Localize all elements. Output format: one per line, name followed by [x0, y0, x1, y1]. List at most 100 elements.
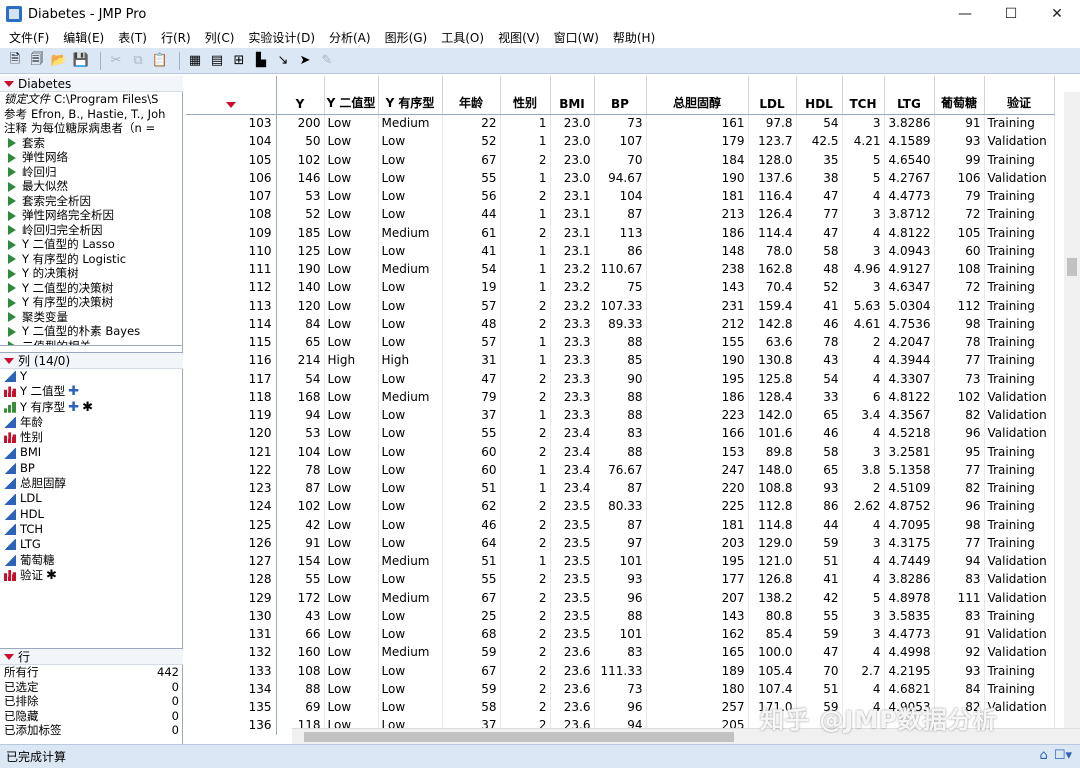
table-cell[interactable]: 43 [276, 606, 325, 625]
table-cell[interactable]: Low [378, 679, 443, 698]
table-cell[interactable]: 2.7 [842, 661, 885, 680]
table-cell[interactable]: Validation [984, 552, 1055, 571]
table-cell[interactable]: Low [324, 460, 379, 479]
table-cell[interactable]: 195 [646, 369, 749, 388]
table-row[interactable]: 132 160 Low Medium 59 2 23.6 83 165 100.0 47 4 4.499… [186, 643, 1055, 662]
table-cell[interactable]: 3 [842, 442, 885, 461]
table-cell[interactable]: 88 [594, 387, 647, 406]
table-cell[interactable]: 23.3 [550, 333, 595, 352]
table-cell[interactable]: 3 [842, 625, 885, 644]
table-cell[interactable]: Validation [984, 168, 1055, 187]
table-cell[interactable]: 105.4 [748, 661, 797, 680]
table-row[interactable]: 126 91 Low Low 64 2 23.5 97 203 129.0 59 3 4.3175 77 T… [186, 533, 1055, 552]
table-cell[interactable]: 86 [594, 241, 647, 260]
red-triangle-menu-icon[interactable] [4, 80, 14, 87]
column-header[interactable]: BMI [550, 76, 595, 115]
table-cell[interactable]: 207 [646, 588, 749, 607]
row-number[interactable]: 119 [186, 406, 277, 425]
table-cell[interactable]: Low [378, 479, 443, 498]
column-item[interactable]: Y 二值型 ✚ [0, 384, 183, 399]
table-cell[interactable]: 38 [796, 168, 843, 187]
table-cell[interactable]: Validation [984, 625, 1055, 644]
table-cell[interactable]: 23.4 [550, 460, 595, 479]
table-cell[interactable]: Low [378, 497, 443, 516]
table-cell[interactable]: 1 [500, 351, 551, 370]
table-cell[interactable]: 142.8 [748, 314, 797, 333]
table-cell[interactable]: 200 [276, 114, 325, 133]
table-cell[interactable]: 42.5 [796, 132, 843, 151]
table-cell[interactable]: High [378, 351, 443, 370]
table-cell[interactable]: 2 [500, 533, 551, 552]
table-cell[interactable]: 65 [796, 406, 843, 425]
table-cell[interactable]: 68 [442, 625, 501, 644]
table-cell[interactable]: 190 [646, 168, 749, 187]
table-cell[interactable]: 104 [594, 187, 647, 206]
table-cell[interactable]: 101 [594, 552, 647, 571]
table-cell[interactable]: 110.67 [594, 260, 647, 279]
home-icon[interactable]: ⌂ [1040, 748, 1048, 763]
table-cell[interactable]: 78 [276, 460, 325, 479]
table-cell[interactable]: Low [324, 679, 379, 698]
table-cell[interactable]: 22 [442, 114, 501, 133]
table-cell[interactable]: 257 [646, 698, 749, 717]
table-cell[interactable]: Training [984, 150, 1055, 169]
table-cell[interactable]: 140 [276, 278, 325, 297]
table-cell[interactable]: 5.63 [842, 296, 885, 315]
table-cell[interactable]: Low [324, 552, 379, 571]
table-script-item[interactable]: 套索完全析因 [0, 194, 183, 209]
table-cell[interactable]: 4.4773 [884, 187, 935, 206]
table-cell[interactable]: 2 [500, 223, 551, 242]
table-cell[interactable]: 114.8 [748, 515, 797, 534]
table-cell[interactable]: 190 [646, 351, 749, 370]
table-cell[interactable]: 55 [442, 424, 501, 443]
table-cell[interactable]: 142.0 [748, 406, 797, 425]
table-cell[interactable]: Training [984, 515, 1055, 534]
table-script-item[interactable]: 弹性网络完全析因 [0, 208, 183, 223]
row-number[interactable]: 127 [186, 552, 277, 571]
table-cell[interactable]: Low [378, 460, 443, 479]
table-cell[interactable]: Training [984, 497, 1055, 516]
table-cell[interactable]: Training [984, 460, 1055, 479]
table-cell[interactable]: 51 [796, 679, 843, 698]
table-cell[interactable]: 166 [646, 424, 749, 443]
table-row[interactable]: 112 140 Low Low 19 1 23.2 75 143 70.4 52 3 4.6347 72 T… [186, 278, 1055, 297]
table-cell[interactable]: 94 [934, 552, 985, 571]
row-number[interactable]: 107 [186, 187, 277, 206]
table-cell[interactable]: 97.8 [748, 114, 797, 133]
table-cell[interactable]: 79 [934, 187, 985, 206]
table-cell[interactable]: 3.4 [842, 406, 885, 425]
table-cell[interactable]: 59 [442, 679, 501, 698]
table-cell[interactable]: 4 [842, 369, 885, 388]
table-cell[interactable]: Low [324, 278, 379, 297]
table-cell[interactable]: 101.6 [748, 424, 797, 443]
table-cell[interactable]: 31 [442, 351, 501, 370]
table-cell[interactable]: 4 [842, 515, 885, 534]
row-state-item[interactable]: 已排除 0 [0, 694, 183, 709]
table-cell[interactable]: 1 [500, 406, 551, 425]
table-cell[interactable]: Validation [984, 406, 1055, 425]
table-cell[interactable]: 47 [442, 369, 501, 388]
table-cell[interactable]: 88 [594, 442, 647, 461]
table-cell[interactable]: 129.0 [748, 533, 797, 552]
table-cell[interactable]: Training [984, 223, 1055, 242]
table-cell[interactable]: 73 [594, 114, 647, 133]
table-cell[interactable]: 83 [594, 424, 647, 443]
new-table-icon[interactable]: 🗎 [6, 52, 24, 70]
table-cell[interactable]: Low [378, 424, 443, 443]
table-cell[interactable]: Low [378, 515, 443, 534]
table-cell[interactable]: 54 [796, 369, 843, 388]
table-cell[interactable]: 77 [934, 533, 985, 552]
table-row[interactable]: 109 185 Low Medium 61 2 23.1 113 186 114.4 47 4 4.81… [186, 223, 1055, 242]
table-cell[interactable]: Medium [378, 223, 443, 242]
table-cell[interactable]: 88 [594, 606, 647, 625]
column-header[interactable]: 年龄 [442, 76, 501, 115]
table-cell[interactable]: 52 [276, 205, 325, 224]
table-row[interactable]: 134 88 Low Low 59 2 23.6 73 180 107.4 51 4 4.6821 84 T… [186, 679, 1055, 698]
minimize-button[interactable]: — [942, 0, 988, 28]
menu-item[interactable]: 帮助(H) [606, 28, 662, 48]
row-number[interactable]: 124 [186, 497, 277, 516]
table-cell[interactable]: Training [984, 533, 1055, 552]
table-row[interactable]: 106 146 Low Low 55 1 23.0 94.67 190 137.6 38 5 4.276… [186, 168, 1055, 187]
column-header[interactable]: 总胆固醇 [646, 76, 749, 115]
table-cell[interactable]: 23.3 [550, 406, 595, 425]
